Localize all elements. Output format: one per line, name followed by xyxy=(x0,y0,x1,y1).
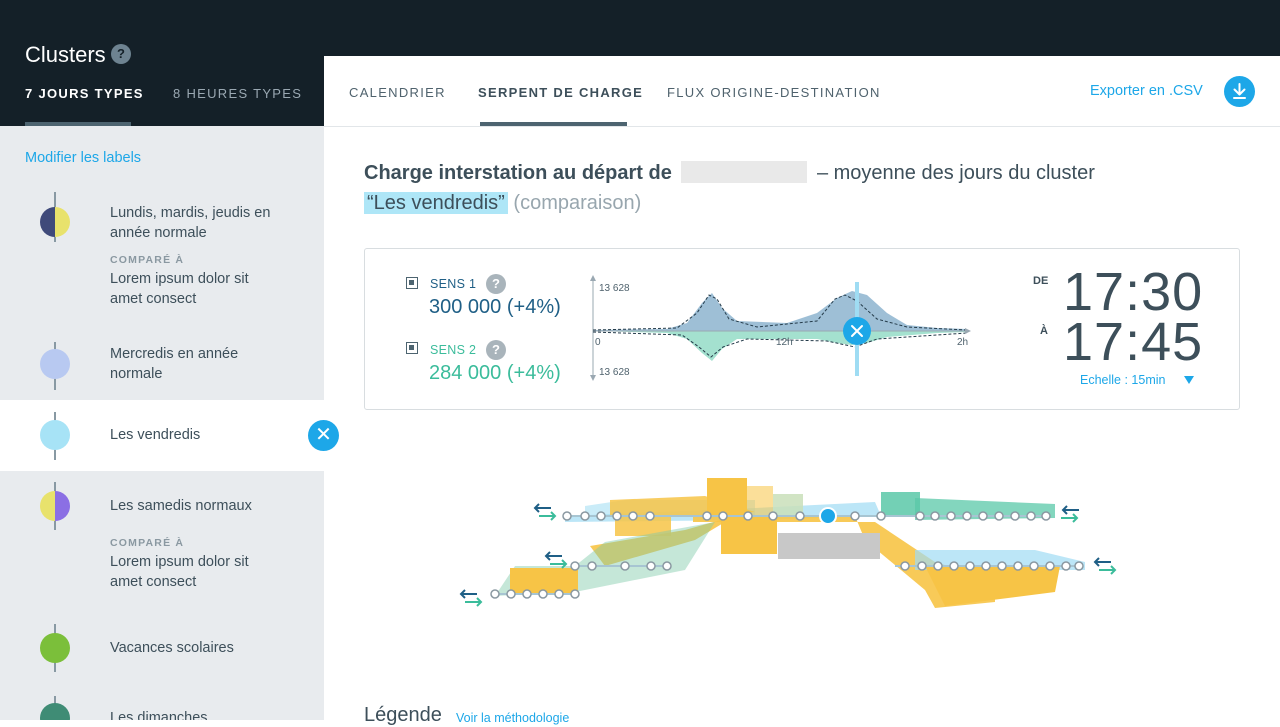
selected-station[interactable] xyxy=(819,507,837,525)
axis-x-start: 0 xyxy=(595,337,601,348)
cluster-color-dot xyxy=(40,633,70,663)
tab-calendrier[interactable]: CALENDRIER xyxy=(349,85,446,100)
chevron-down-icon[interactable] xyxy=(1184,376,1194,384)
scale-dropdown[interactable]: Echelle : 15min xyxy=(1080,373,1165,387)
tab-flux-origine-destination[interactable]: FLUX ORIGINE-DESTINATION xyxy=(667,85,881,100)
dot-right-half xyxy=(55,633,70,663)
heading-suffix: (comparaison) xyxy=(513,192,642,214)
cluster-color-dot xyxy=(40,349,70,379)
cluster-label: Vacances scolaires xyxy=(110,640,234,656)
sidebar-header: Clusters ? 7 JOURS TYPES 8 HEURES TYPES xyxy=(0,0,324,126)
tabs-divider xyxy=(324,126,1280,127)
download-icon xyxy=(1233,83,1246,99)
dot-left-half xyxy=(40,703,55,720)
remove-cluster-button[interactable]: ✕ xyxy=(308,420,339,451)
cluster-color-dot xyxy=(40,420,70,450)
download-button[interactable] xyxy=(1224,76,1255,107)
sens2-checkbox[interactable] xyxy=(406,342,418,354)
compared-label: COMPARÉ À xyxy=(110,537,185,549)
dot-left-half xyxy=(40,207,55,237)
axis-x-end: 2h xyxy=(957,337,968,348)
modify-labels-link[interactable]: Modifier les labels xyxy=(25,150,141,166)
cluster-item-vendredis[interactable]: Les vendredis xyxy=(0,400,324,471)
cluster-item-mercredis[interactable]: Mercredis en année normale xyxy=(0,330,324,400)
cluster-item-dimanches[interactable]: Les dimanches xyxy=(0,690,324,720)
heading-bold: Charge interstation au départ de xyxy=(364,162,672,184)
dot-right-half xyxy=(55,207,70,237)
dot-right-half xyxy=(55,703,70,720)
time-from: 17:30 xyxy=(1063,262,1204,322)
legend-title: Légende xyxy=(364,704,442,726)
sidebar-title: Clusters xyxy=(25,42,106,67)
dot-right-half xyxy=(55,491,70,521)
page-heading: Charge interstation au départ de – moyen… xyxy=(364,158,1244,218)
cluster-item-lundis[interactable]: Lundis, mardis, jeudis en année normale … xyxy=(0,190,324,320)
sidebar: Clusters ? 7 JOURS TYPES 8 HEURES TYPES … xyxy=(0,0,324,720)
dot-left-half xyxy=(40,420,55,450)
cluster-name-highlight: “Les vendredis” xyxy=(364,192,508,214)
dot-left-half xyxy=(40,349,55,379)
cluster-color-dot xyxy=(40,207,70,237)
dot-right-half xyxy=(55,420,70,450)
active-tab-underline xyxy=(25,122,131,126)
tab-7-jours-types[interactable]: 7 JOURS TYPES xyxy=(25,86,144,101)
dot-left-half xyxy=(40,491,55,521)
de-label: DE xyxy=(1033,275,1049,287)
help-icon[interactable]: ? xyxy=(111,44,131,64)
axis-bottom-label: 13 628 xyxy=(599,367,630,378)
sens2-help-icon[interactable]: ? xyxy=(486,340,506,360)
sens1-checkbox[interactable] xyxy=(406,277,418,289)
a-label: À xyxy=(1040,325,1048,337)
cluster-label: Lundis, mardis, jeudis en année normale xyxy=(110,205,271,241)
axis-top-label: 13 628 xyxy=(599,283,630,294)
sens1-help-icon[interactable]: ? xyxy=(486,274,506,294)
sens2-value: 284 000 (+4%) xyxy=(429,362,561,384)
time-to: 17:45 xyxy=(1063,312,1204,372)
sens1-value: 300 000 (+4%) xyxy=(429,296,561,318)
tab-serpent-de-charge[interactable]: SERPENT DE CHARGE xyxy=(478,85,643,100)
cluster-item-samedis[interactable]: Les samedis normaux COMPARÉ À Lorem ipsu… xyxy=(0,480,324,610)
redacted-station xyxy=(681,161,808,183)
compared-cluster: Lorem ipsum dolor sit amet consect xyxy=(110,271,249,307)
cluster-label: Les samedis normaux xyxy=(110,498,252,514)
tab-8-heures-types[interactable]: 8 HEURES TYPES xyxy=(173,86,302,101)
cluster-item-vacances[interactable]: Vacances scolaires xyxy=(0,620,324,680)
compared-cluster: Lorem ipsum dolor sit amet consect xyxy=(110,554,249,590)
export-csv-link[interactable]: Exporter en .CSV xyxy=(1090,83,1203,99)
comparison-line-sens1 xyxy=(592,294,968,331)
load-snake-diagram[interactable] xyxy=(455,470,1125,630)
sens2-label: SENS 2 xyxy=(430,343,477,357)
sens1-label: SENS 1 xyxy=(430,277,477,291)
dot-left-half xyxy=(40,633,55,663)
load-timeline-chart[interactable]: 13 628 13 628 0 12h 2h xyxy=(587,273,979,383)
cluster-color-dot xyxy=(40,491,70,521)
load-summary-card: SENS 1 ? 300 000 (+4%) SENS 2 ? 284 000 … xyxy=(364,248,1240,410)
cluster-label: Les dimanches xyxy=(110,710,208,720)
methodology-link[interactable]: Voir la méthodologie xyxy=(456,711,569,725)
compared-label: COMPARÉ À xyxy=(110,254,185,266)
cluster-label: Les vendredis xyxy=(110,427,201,443)
heading-rest: – moyenne des jours du cluster xyxy=(816,162,1095,184)
axis-x-mid: 12h xyxy=(776,337,793,348)
cluster-color-dot xyxy=(40,703,70,720)
dot-right-half xyxy=(55,349,70,379)
cluster-label: Mercredis en année normale xyxy=(110,346,239,382)
